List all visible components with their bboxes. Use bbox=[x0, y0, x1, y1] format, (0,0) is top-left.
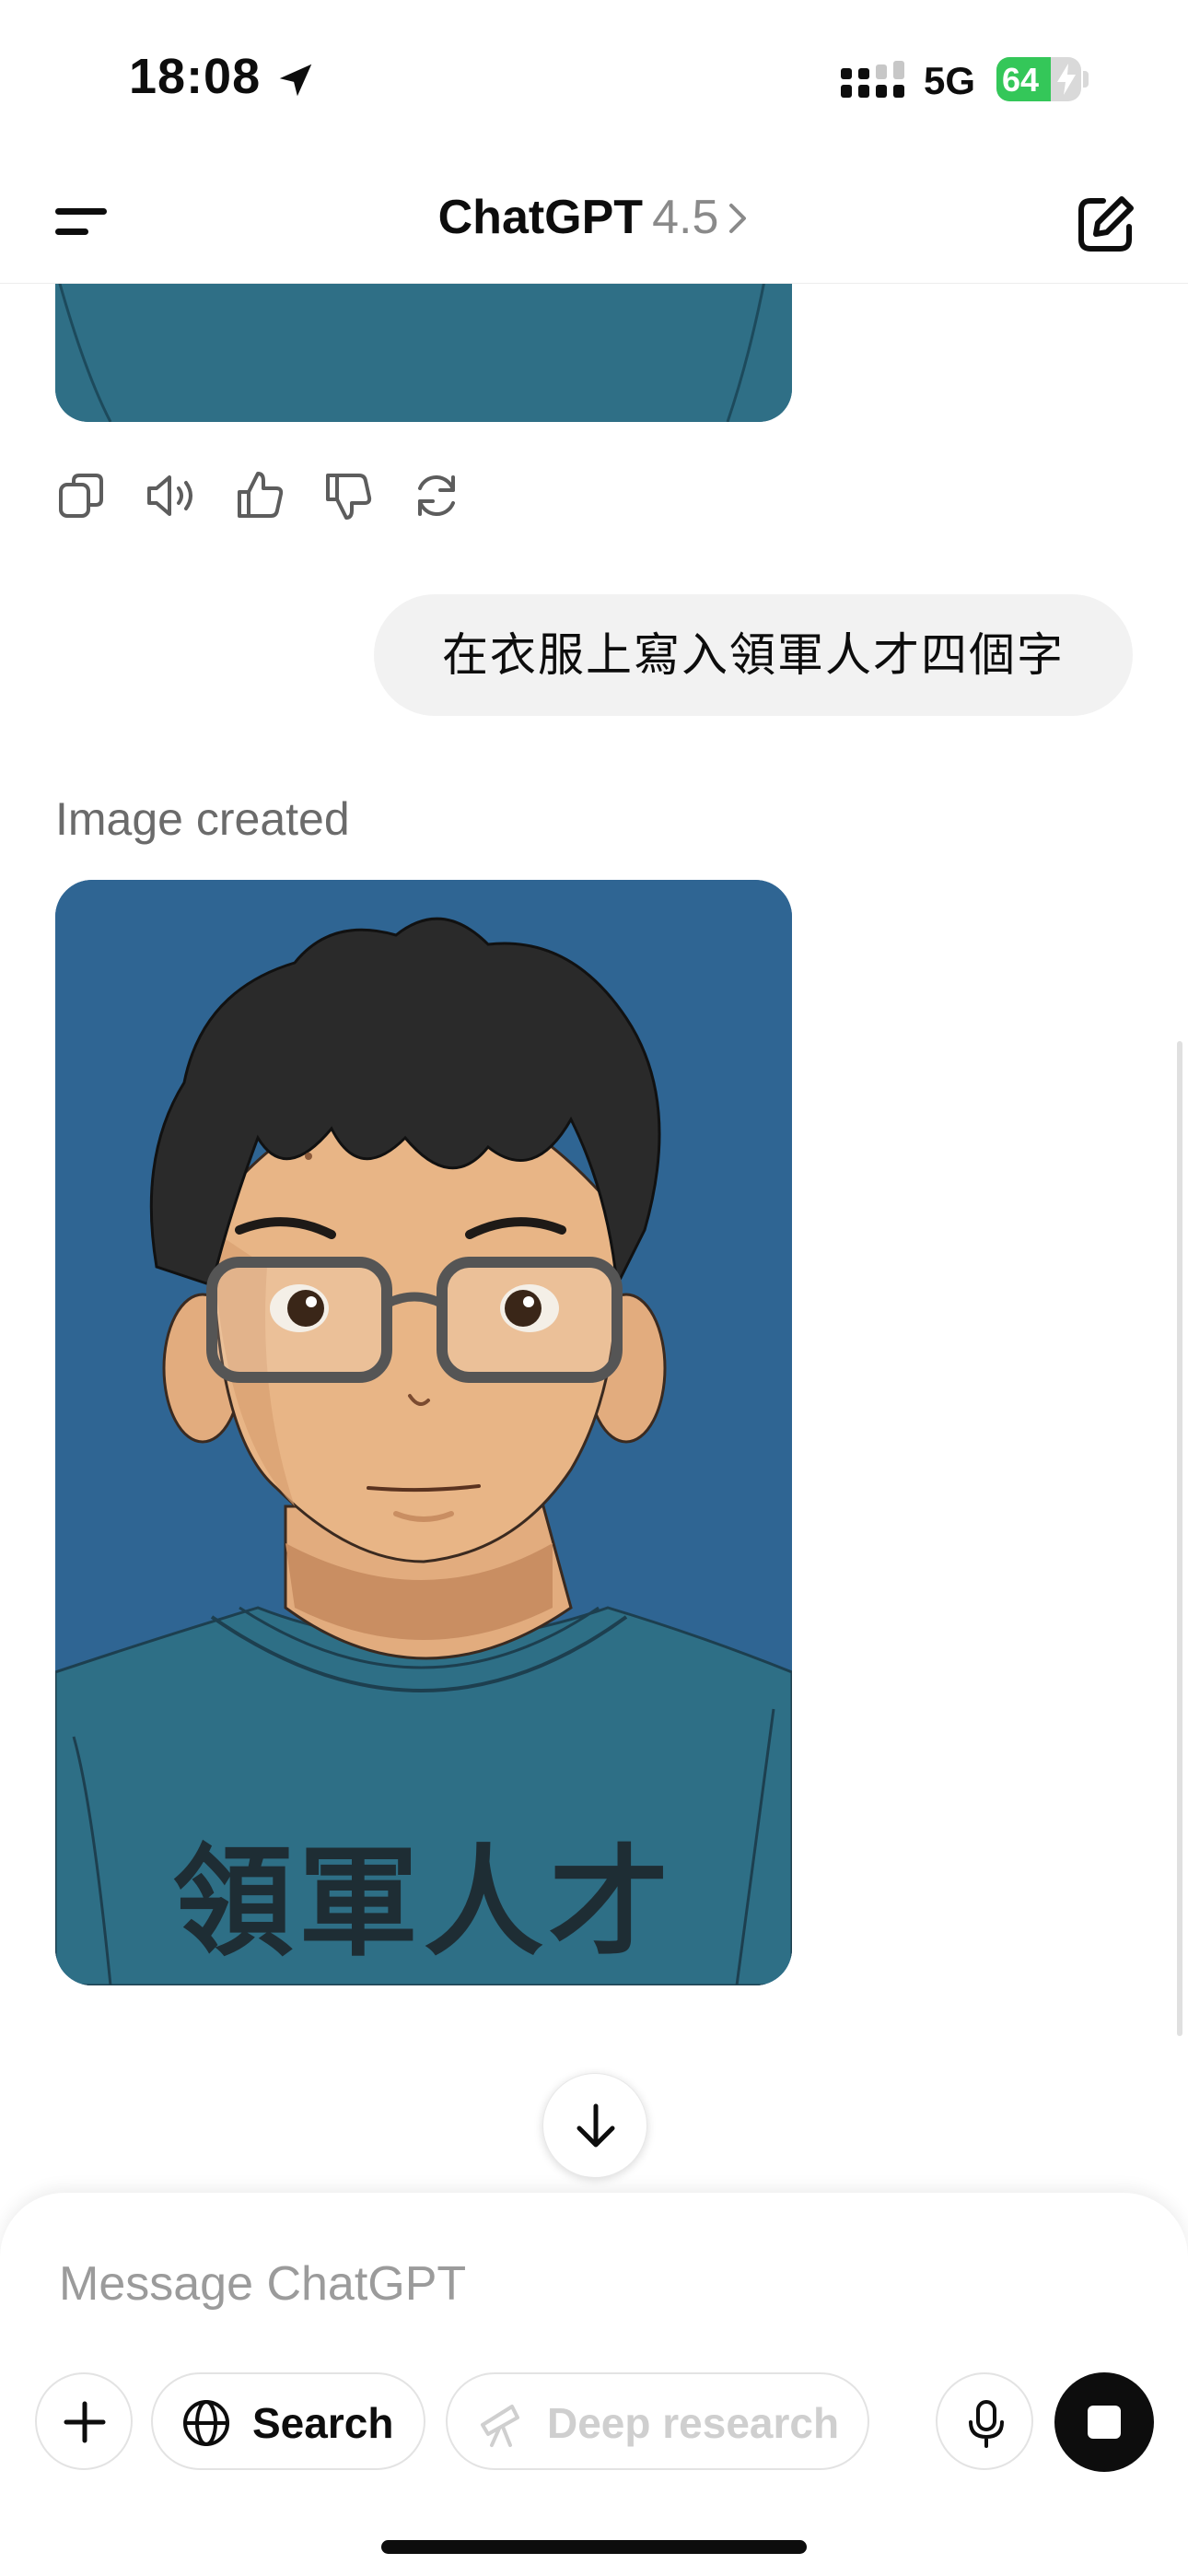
search-button[interactable]: Search bbox=[151, 2372, 425, 2470]
stop-button[interactable] bbox=[1054, 2372, 1154, 2472]
user-message-bubble: 在衣服上寫入領軍人才四個字 bbox=[374, 594, 1133, 716]
search-label: Search bbox=[252, 2399, 394, 2447]
stop-icon bbox=[1088, 2406, 1121, 2439]
battery-level: 64 bbox=[1002, 61, 1040, 99]
chat-screen: 18:08 5G 64 ChatGPT 4.5 在衣服上寫入領軍人才四個字 Im… bbox=[0, 0, 1188, 2576]
composer: Search Deep research bbox=[0, 2193, 1188, 2576]
plus-icon bbox=[64, 2401, 106, 2443]
shirt-text: 領軍人才 bbox=[172, 1835, 674, 1970]
image-created-label: Image created bbox=[55, 793, 350, 845]
battery-cap bbox=[1083, 71, 1089, 88]
chat-header: ChatGPT 4.5 bbox=[0, 157, 1188, 284]
app-title: ChatGPT bbox=[437, 191, 644, 244]
copy-icon[interactable] bbox=[55, 468, 111, 523]
thumbs-down-icon[interactable] bbox=[320, 468, 376, 523]
network-type: 5G bbox=[924, 59, 976, 102]
chevron-right-icon bbox=[729, 204, 747, 233]
deep-research-label: Deep research bbox=[547, 2399, 840, 2447]
model-selector[interactable]: ChatGPT 4.5 bbox=[0, 190, 1188, 245]
microphone-icon bbox=[969, 2400, 1004, 2448]
telescope-icon bbox=[481, 2405, 519, 2447]
status-bar: 18:08 5G 64 bbox=[0, 0, 1188, 157]
model-version: 4.5 bbox=[652, 191, 719, 244]
arrow-down-icon bbox=[577, 2103, 615, 2148]
scroll-to-bottom-button[interactable] bbox=[542, 2073, 647, 2178]
status-time: 18:08 bbox=[129, 49, 262, 104]
read-aloud-icon[interactable] bbox=[144, 468, 199, 523]
microphone-button[interactable] bbox=[936, 2372, 1033, 2470]
deep-research-button[interactable]: Deep research bbox=[446, 2372, 869, 2470]
attach-button[interactable] bbox=[35, 2372, 133, 2470]
home-indicator bbox=[381, 2540, 807, 2554]
battery-icon: 64 bbox=[996, 57, 1081, 101]
charging-bolt-icon bbox=[1057, 64, 1076, 95]
regenerate-icon[interactable] bbox=[409, 468, 464, 523]
location-arrow-icon bbox=[279, 64, 312, 97]
thumbs-up-icon[interactable] bbox=[232, 468, 287, 523]
message-input[interactable] bbox=[59, 2252, 888, 2316]
globe-icon bbox=[183, 2400, 229, 2446]
scrollbar[interactable] bbox=[1177, 1041, 1182, 2036]
signal-icon bbox=[841, 61, 904, 98]
new-chat-icon[interactable] bbox=[1072, 192, 1138, 258]
